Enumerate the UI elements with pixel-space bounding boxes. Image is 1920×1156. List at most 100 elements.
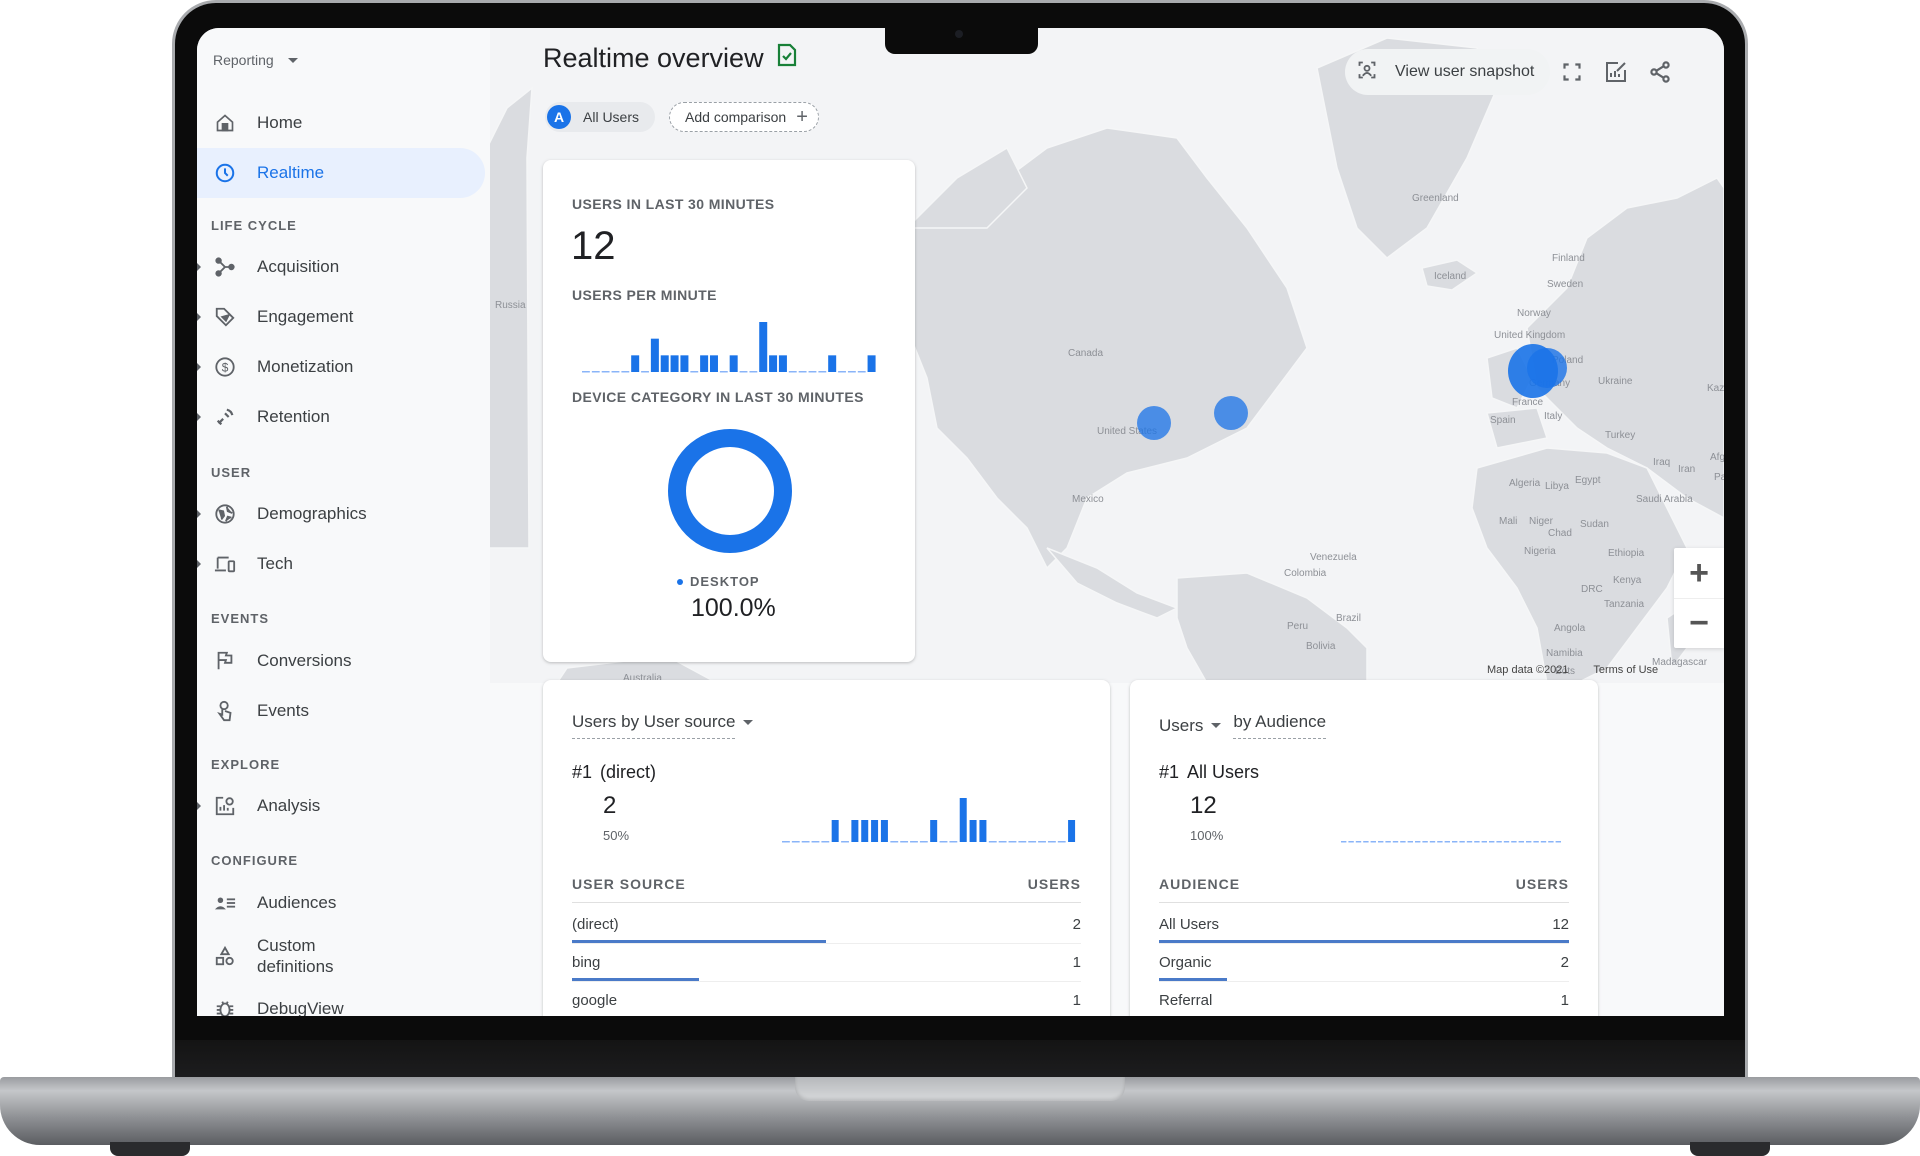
spark-bar[interactable] [930,820,938,842]
spark-bar[interactable] [778,355,787,372]
sidebar-item-retention[interactable]: Retention [197,392,487,442]
spark-bar[interactable] [670,355,679,372]
terms-of-use-link[interactable]: Terms of Use [1593,664,1658,676]
map-country-label: Libya [1545,481,1569,492]
sidebar-item-acquisition[interactable]: Acquisition [197,242,487,292]
view-user-snapshot-button[interactable]: View user snapshot [1345,49,1551,95]
user-location-dot[interactable] [1137,406,1171,440]
audience-sparkline[interactable] [1340,792,1562,844]
spark-empty-slot [998,841,1007,843]
sidebar-item-engagement[interactable]: Engagement [197,292,487,342]
table-row[interactable]: All Users 12 [1159,906,1569,944]
map-country-label: Algeria [1509,478,1541,489]
sidebar-item-demographics[interactable]: Demographics [197,489,487,539]
sidebar-item-tech[interactable]: Tech [197,539,487,589]
device-legend: DESKTOP [677,574,760,589]
spark-bar[interactable] [828,355,837,372]
source-sparkline[interactable] [781,792,1077,844]
laptop-foot [1690,1142,1770,1156]
top-item-percent: 50% [603,828,630,843]
spark-bar[interactable] [709,355,718,372]
spark-bar[interactable] [759,322,768,372]
metric-selector[interactable]: Users [1159,716,1222,736]
spark-bar[interactable] [650,338,659,372]
expand-arrow-icon[interactable] [197,363,201,371]
comparison-chip-all-users[interactable]: A All Users [545,102,656,132]
sidebar-item-label: Acquisition [257,257,340,276]
sidebar-item-audiences[interactable]: Audiences [197,878,487,928]
sidebar-item-analysis[interactable]: Analysis [197,781,487,831]
user-location-dot[interactable] [1214,396,1248,430]
spark-bar[interactable] [959,798,967,842]
user-location-cluster[interactable] [1527,348,1567,388]
spark-bar[interactable] [631,355,640,372]
screen: Greenland Iceland Finland Sweden Norway Unite… [197,28,1724,1016]
customize-report-button[interactable] [1594,50,1638,94]
spark-bar[interactable] [660,355,669,372]
expand-arrow-icon[interactable] [197,263,201,271]
expand-arrow-icon[interactable] [197,413,201,421]
expand-arrow-icon[interactable] [197,510,201,518]
spark-bar[interactable] [880,820,888,842]
spark-bar[interactable] [861,820,869,842]
spark-empty-slot [1444,841,1450,843]
spark-bar[interactable] [680,355,689,372]
expand-arrow-icon[interactable] [197,560,201,568]
expand-arrow-icon[interactable] [197,313,201,321]
sidebar-item-events[interactable]: Events [197,686,487,736]
edit-chart-icon [1606,62,1627,82]
users-last-30-label: USERS IN LAST 30 MINUTES [572,196,775,212]
dimension-label[interactable]: by Audience [1233,712,1327,739]
touch-icon [213,699,237,723]
expand-arrow-icon[interactable] [197,802,201,810]
metric-dimension-selector[interactable]: Users by User source [572,712,754,739]
map-country-label: France [1512,397,1544,408]
sidebar-item-realtime[interactable]: Realtime [197,148,485,198]
spark-bar[interactable] [769,355,778,372]
spark-empty-slot [1385,841,1391,843]
report-status-icon[interactable] [776,43,798,74]
table-row[interactable]: Organic 2 [1159,944,1569,982]
table-row[interactable]: Referral 1 [1159,982,1569,1016]
table-row[interactable]: (direct) 2 [572,906,1081,944]
spark-bar[interactable] [729,355,738,372]
spark-bar[interactable] [700,355,709,372]
sidebar-item-debugview[interactable]: DebugView [197,984,487,1016]
add-comparison-button[interactable]: Add comparison + [669,102,819,132]
zoom-out-button[interactable]: − [1674,598,1724,648]
users-per-minute-chart[interactable] [581,318,877,374]
spark-bar[interactable] [867,355,876,372]
sidebar-item-conversions[interactable]: Conversions [197,636,487,686]
spark-bar[interactable] [871,820,879,842]
table-row[interactable]: google 1 [572,982,1081,1016]
table-row[interactable]: bing 1 [572,944,1081,982]
column-users: USERS [1027,876,1081,892]
spark-empty-slot [1348,841,1354,843]
fullscreen-button[interactable] [1550,50,1594,94]
spark-empty-slot [1481,841,1487,843]
spark-bar[interactable] [979,820,987,842]
reporting-dropdown[interactable]: Reporting [213,52,298,68]
map-country-label: Mexico [1072,494,1104,505]
spark-bar[interactable] [831,820,839,842]
map-country-label: Italy [1544,411,1563,422]
spark-empty-slot [1429,841,1436,843]
sidebar-item-monetization[interactable]: $ Monetization [197,342,487,392]
top-item: #1 All Users [1159,762,1259,783]
spark-bar[interactable] [969,820,977,842]
sidebar-item-custom-definitions[interactable]: Custom definitions [197,928,487,984]
share-button[interactable] [1638,50,1682,94]
spark-bar[interactable] [1068,820,1076,842]
spark-empty-slot [1548,841,1554,843]
sidebar-item-home[interactable]: Home [197,98,487,148]
donut-slice-desktop[interactable] [668,429,792,553]
device-donut-chart[interactable] [667,428,793,554]
zoom-in-button[interactable]: + [1674,548,1724,598]
top-item-name: (direct) [600,762,657,782]
spark-empty-slot [949,841,958,843]
row-label: All Users [1159,916,1220,933]
row-share-bar [1159,940,1569,943]
spark-bar[interactable] [851,820,859,842]
map-country-label: United Kingdom [1494,330,1566,341]
spark-empty-slot [1437,841,1443,843]
